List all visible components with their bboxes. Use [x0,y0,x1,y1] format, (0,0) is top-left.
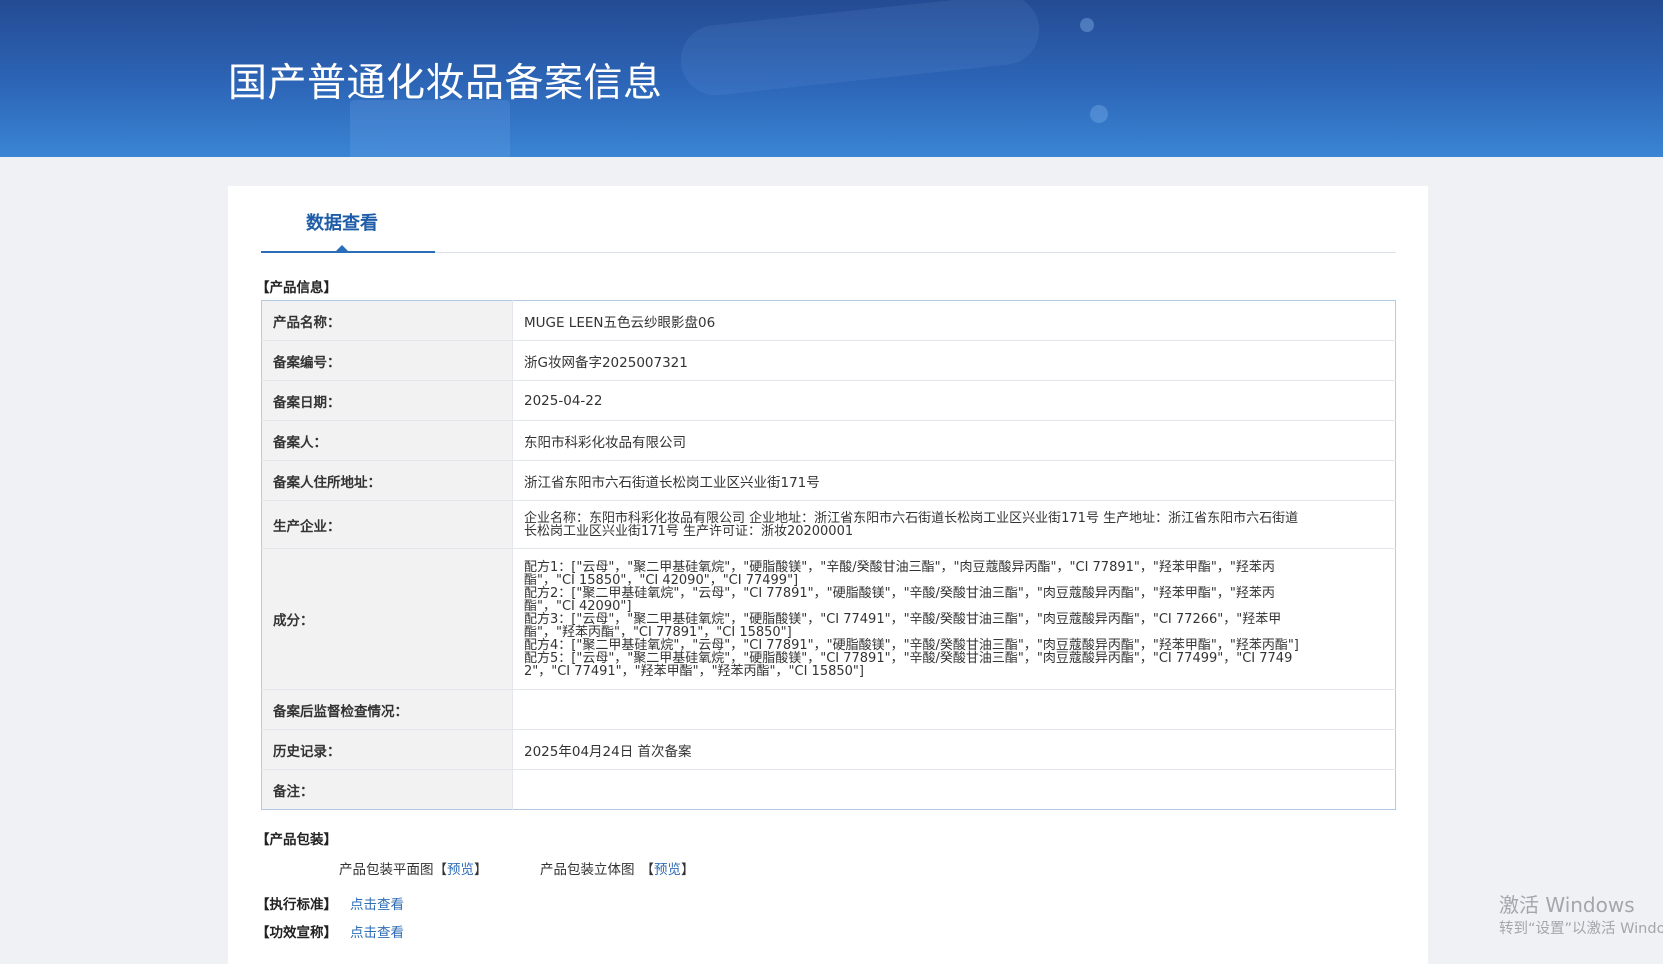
packaging-section-title: 【产品包装】 [256,832,337,848]
windows-activation-watermark: 激活 Windows [1499,893,1635,917]
packaging-stereo-preview-link[interactable]: 预览 [654,862,681,878]
table-row: 备注： [261,769,1396,810]
tab-active-underline [261,251,435,253]
product-info-table: 产品名称： MUGE LEEN五色云纱眼影盘06 备案编号： 浙G妆网备字202… [261,300,1396,810]
filer-address-value: 浙江省东阳市六石街道长松岗工业区兴业街171号 [512,460,1396,501]
ingredients-cell: 配方1：["云母"，"聚二甲基硅氧烷"，"硬脂酸镁"，"辛酸/癸酸甘油三酯"，"… [512,548,1396,690]
ingredients-label: 成分： [261,548,513,690]
packaging-flat-label: 产品包装平面图 [339,862,434,878]
post-filing-inspection-value [512,689,1396,730]
formula-item: 配方5：["云母"，"聚二甲基硅氧烷"，"硬脂酸镁"，"CI 77891"，"辛… [524,650,1293,679]
product-name-label: 产品名称： [261,300,513,341]
product-name-value: MUGE LEEN五色云纱眼影盘06 [512,300,1396,341]
bracket-open: 【 [433,862,448,878]
formula-item: 配方4：["聚二甲基硅氧烷"，"云母"，"CI 77891"，"硬脂酸镁"，"辛… [524,637,1299,653]
packaging-stereo-image: 产品包装立体图 【预览】 [540,861,695,879]
filing-date-value: 2025-04-22 [512,380,1396,421]
bracket-close: 】 [681,862,695,878]
header-decoration [1090,105,1108,123]
bracket-open: 【 [640,862,655,878]
filer-label: 备案人： [261,420,513,461]
page: 国产普通化妆品备案信息 数据查看 【产品信息】 产品名称： MUGE LEEN五… [0,0,1663,964]
remarks-value [512,769,1396,810]
efficacy-view-link[interactable]: 点击查看 [350,924,404,942]
product-info-section-title: 【产品信息】 [256,280,337,296]
table-row: 成分： 配方1：["云母"，"聚二甲基硅氧烷"，"硬脂酸镁"，"辛酸/癸酸甘油三… [261,548,1396,690]
filing-date-label: 备案日期： [261,380,513,421]
table-row: 历史记录： 2025年04月24日 首次备案 [261,729,1396,770]
header-banner: 国产普通化妆品备案信息 [0,0,1663,157]
filing-number-label: 备案编号： [261,340,513,381]
standard-section-title: 【执行标准】 [256,897,337,913]
table-row: 备案人住所地址： 浙江省东阳市六石街道长松岗工业区兴业街171号 [261,460,1396,501]
table-row: 备案日期： 2025-04-22 [261,380,1396,421]
manufacturer-value: 企业名称：东阳市科彩化妆品有限公司 企业地址：浙江省东阳市六石街道长松岗工业区兴… [524,510,1299,539]
header-decoration [350,100,510,157]
table-row: 备案编号： 浙G妆网备字2025007321 [261,340,1396,381]
manufacturer-cell: 企业名称：东阳市科彩化妆品有限公司 企业地址：浙江省东阳市六石街道长松岗工业区兴… [512,500,1396,549]
content-card: 数据查看 【产品信息】 产品名称： MUGE LEEN五色云纱眼影盘06 备案编… [228,186,1428,964]
packaging-flat-image: 产品包装平面图【预览】 [339,861,488,879]
windows-activation-hint: 转到“设置”以激活 Windo [1499,921,1663,937]
table-row: 备案人： 东阳市科彩化妆品有限公司 [261,420,1396,461]
filer-address-label: 备案人住所地址： [261,460,513,501]
header-decoration [1080,18,1094,32]
table-row: 产品名称： MUGE LEEN五色云纱眼影盘06 [261,300,1396,341]
remarks-label: 备注： [261,769,513,810]
packaging-stereo-label: 产品包装立体图 [540,862,635,878]
formula-item: 配方1：["云母"，"聚二甲基硅氧烷"，"硬脂酸镁"，"辛酸/癸酸甘油三酯"，"… [524,559,1275,588]
ingredients-list: 配方1：["云母"，"聚二甲基硅氧烷"，"硬脂酸镁"，"辛酸/癸酸甘油三酯"，"… [524,561,1304,678]
standard-view-link[interactable]: 点击查看 [350,896,404,914]
efficacy-section-title: 【功效宣称】 [256,925,337,941]
bracket-close: 】 [474,862,488,878]
table-row: 生产企业： 企业名称：东阳市科彩化妆品有限公司 企业地址：浙江省东阳市六石街道长… [261,500,1396,549]
history-value: 2025年04月24日 首次备案 [512,729,1396,770]
history-label: 历史记录： [261,729,513,770]
tab-active-indicator [336,245,348,251]
filer-value: 东阳市科彩化妆品有限公司 [512,420,1396,461]
formula-item: 配方3：["云母"，"聚二甲基硅氧烷"，"硬脂酸镁"，"CI 77491"，"辛… [524,611,1282,640]
packaging-flat-preview-link[interactable]: 预览 [447,862,474,878]
formula-item: 配方2：["聚二甲基硅氧烷"，"云母"，"CI 77891"，"硬脂酸镁"，"辛… [524,585,1275,614]
header-decoration [677,0,1043,99]
filing-number-value: 浙G妆网备字2025007321 [512,340,1396,381]
manufacturer-label: 生产企业： [261,500,513,549]
tab-data-view[interactable]: 数据查看 [306,212,378,236]
page-title: 国产普通化妆品备案信息 [228,61,663,106]
table-row: 备案后监督检查情况： [261,689,1396,730]
post-filing-inspection-label: 备案后监督检查情况： [261,689,513,730]
